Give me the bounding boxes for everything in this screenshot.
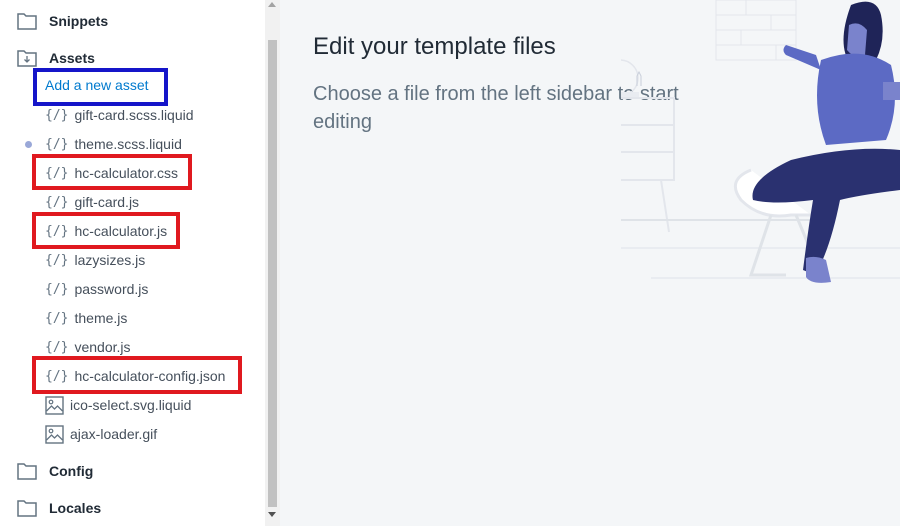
unsaved-indicator-dot xyxy=(25,141,32,148)
folder-label: Config xyxy=(49,463,94,479)
red-highlight-box xyxy=(32,356,242,394)
file-name: lazysizes.js xyxy=(74,252,146,268)
file-name: theme.js xyxy=(74,310,128,326)
file-name: gift-card.js xyxy=(74,194,140,210)
file-item[interactable]: ico-select.svg.liquid xyxy=(45,394,191,416)
file-item[interactable]: ajax-loader.gif xyxy=(45,423,157,445)
scrollbar-thumb[interactable] xyxy=(268,40,277,507)
file-name: ico-select.svg.liquid xyxy=(70,397,192,413)
scroll-down-arrow-icon[interactable] xyxy=(268,512,276,517)
folder-assets[interactable]: Assets xyxy=(17,46,95,70)
code-file-icon: {/} xyxy=(45,310,69,326)
file-item[interactable]: {/} theme.scss.liquid xyxy=(45,133,182,155)
editor-empty-state: Edit your template files Choose a file f… xyxy=(281,0,900,526)
folder-icon xyxy=(17,499,37,517)
file-item[interactable]: {/} vendor.js xyxy=(45,336,131,358)
sidebar-scrollbar[interactable] xyxy=(265,0,280,526)
file-item[interactable]: {/} gift-card.scss.liquid xyxy=(45,104,194,126)
code-file-icon: {/} xyxy=(45,194,69,210)
red-highlight-box xyxy=(32,154,192,190)
folder-locales[interactable]: Locales xyxy=(17,496,101,520)
folder-label: Assets xyxy=(49,50,95,66)
image-file-icon xyxy=(45,424,64,444)
image-file-icon xyxy=(45,395,64,415)
folder-snippets[interactable]: Snippets xyxy=(17,9,108,33)
file-name: gift-card.scss.liquid xyxy=(74,107,194,123)
code-file-icon: {/} xyxy=(45,136,69,152)
folder-open-icon xyxy=(17,49,37,67)
file-name: theme.scss.liquid xyxy=(74,136,182,152)
person-at-desk-illustration xyxy=(621,0,900,283)
file-item[interactable]: {/} lazysizes.js xyxy=(45,249,145,271)
folder-label: Snippets xyxy=(49,13,109,29)
scroll-up-arrow-icon[interactable] xyxy=(268,2,276,7)
folder-icon xyxy=(17,462,37,480)
code-file-icon: {/} xyxy=(45,339,69,355)
file-item[interactable]: {/} password.js xyxy=(45,278,148,300)
folder-config[interactable]: Config xyxy=(17,459,93,483)
blue-highlight-box xyxy=(33,68,168,106)
file-item[interactable]: {/} theme.js xyxy=(45,307,127,329)
file-name: password.js xyxy=(74,281,149,297)
folder-label: Locales xyxy=(49,500,102,516)
folder-icon xyxy=(17,12,37,30)
file-name: vendor.js xyxy=(74,339,131,355)
red-highlight-box xyxy=(32,212,180,249)
file-tree: Snippets Assets Add a new asset {/} gift… xyxy=(0,0,265,526)
code-file-icon: {/} xyxy=(45,107,69,123)
page-title: Edit your template files xyxy=(313,33,556,60)
file-name: ajax-loader.gif xyxy=(70,426,158,442)
file-item[interactable]: {/} gift-card.js xyxy=(45,191,139,213)
code-file-icon: {/} xyxy=(45,281,69,297)
code-file-icon: {/} xyxy=(45,252,69,268)
theme-file-sidebar: Snippets Assets Add a new asset {/} gift… xyxy=(0,0,280,526)
